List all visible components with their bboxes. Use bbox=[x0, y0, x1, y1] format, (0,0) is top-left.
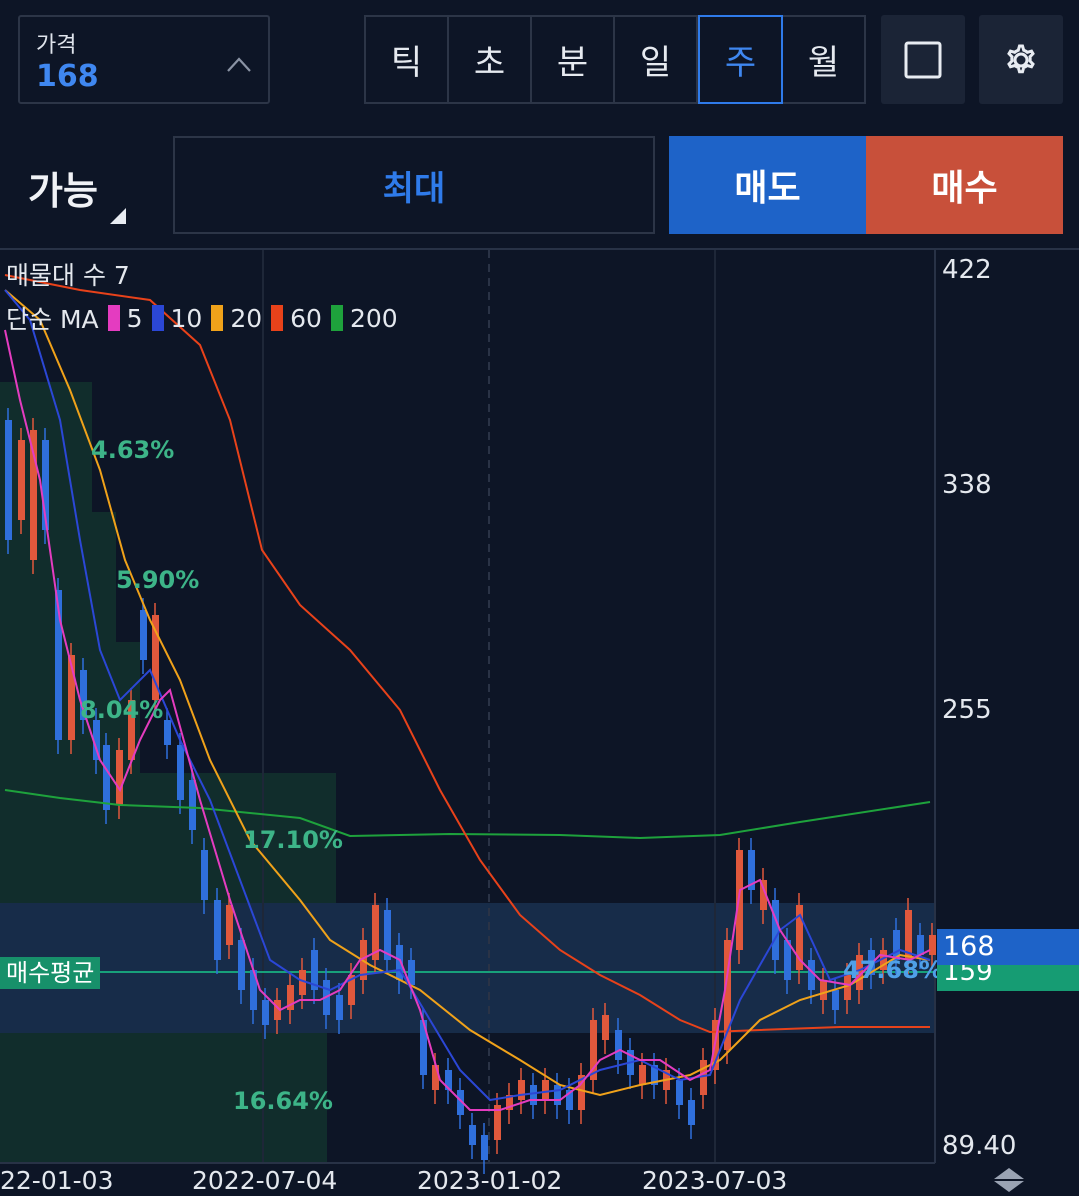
candle-body bbox=[116, 750, 123, 805]
sell-button[interactable]: 매도 bbox=[669, 136, 866, 234]
ma10-swatch bbox=[151, 305, 164, 331]
candle-body bbox=[602, 1015, 609, 1040]
candle-body bbox=[615, 1030, 622, 1060]
candle-body bbox=[772, 900, 779, 960]
ma10-label: 10 bbox=[170, 303, 203, 333]
candle-body bbox=[336, 995, 343, 1020]
tab-tick[interactable]: 틱 bbox=[366, 17, 449, 102]
avg-price-label: 매수평균 bbox=[0, 957, 101, 989]
scroll-arrows-icon[interactable] bbox=[992, 1166, 1026, 1194]
candle-body bbox=[226, 905, 233, 945]
price-label: 가격 bbox=[36, 33, 77, 58]
volume-profile-pct: 17.10% bbox=[243, 826, 343, 854]
tab-day[interactable]: 일 bbox=[615, 17, 698, 102]
candle-body bbox=[676, 1080, 683, 1105]
y-axis-label: 255 bbox=[942, 695, 992, 725]
candle-body bbox=[820, 980, 827, 1000]
candle-body bbox=[140, 610, 147, 660]
candle-body bbox=[238, 940, 245, 990]
x-axis-label: 22-01-03 bbox=[0, 1166, 114, 1195]
candle-body bbox=[554, 1085, 561, 1105]
y-axis-label: 338 bbox=[942, 470, 992, 500]
square-icon bbox=[904, 41, 942, 78]
candle-body bbox=[189, 780, 196, 830]
ma-legend-title: 단순 MA bbox=[6, 305, 99, 334]
candle-body bbox=[832, 990, 839, 1010]
volume-profile-pct: 47.68% bbox=[843, 956, 943, 984]
volume-profile-pct: 16.64% bbox=[233, 1087, 333, 1115]
available-selector[interactable]: 가능 bbox=[28, 160, 98, 215]
x-axis-label: 2022-07-04 bbox=[192, 1166, 338, 1195]
candle-body bbox=[262, 1000, 269, 1025]
volume-profile-bar bbox=[0, 903, 935, 1033]
tab-second[interactable]: 초 bbox=[449, 17, 532, 102]
ma5-label: 5 bbox=[126, 303, 143, 333]
fullscreen-button[interactable] bbox=[881, 15, 965, 104]
candle-body bbox=[917, 935, 924, 955]
candle-body bbox=[469, 1125, 476, 1145]
ma60-label: 60 bbox=[290, 303, 322, 333]
max-button[interactable]: 최대 bbox=[173, 136, 655, 234]
ma-legend: 단순 MA 5 10 20 60 200 bbox=[6, 300, 398, 336]
ma200-swatch bbox=[330, 305, 343, 331]
volume-profile-pct: 5.90% bbox=[116, 566, 200, 594]
candle-body bbox=[481, 1135, 488, 1160]
dropdown-corner-icon bbox=[110, 208, 126, 224]
gear-icon bbox=[1007, 44, 1035, 73]
tab-minute[interactable]: 분 bbox=[532, 17, 615, 102]
x-axis-label: 2023-07-03 bbox=[642, 1166, 788, 1195]
candle-body bbox=[164, 720, 171, 745]
tab-week[interactable]: 주 bbox=[698, 15, 783, 104]
x-axis-label: 2023-01-02 bbox=[417, 1166, 563, 1195]
ma5-swatch bbox=[107, 305, 120, 331]
ma20-swatch bbox=[211, 305, 224, 331]
settings-button[interactable] bbox=[979, 15, 1063, 104]
ma60-swatch bbox=[271, 305, 284, 331]
candle-body bbox=[18, 440, 25, 520]
candle-body bbox=[5, 420, 12, 540]
ma200-label: 200 bbox=[349, 303, 398, 333]
tab-month[interactable]: 월 bbox=[783, 17, 864, 102]
candle-body bbox=[103, 745, 110, 810]
candle-body bbox=[542, 1080, 549, 1100]
volume-profile-pct: 4.63% bbox=[91, 436, 175, 464]
y-axis-label: 422 bbox=[942, 255, 992, 285]
period-tabs: 틱 초 분 일 주 월 bbox=[364, 15, 866, 104]
candle-body bbox=[518, 1080, 525, 1100]
volume-profile-legend: 매물대 수 7 bbox=[6, 261, 130, 290]
price-value: 168 bbox=[36, 59, 99, 94]
candle-body bbox=[177, 745, 184, 800]
candle-body bbox=[688, 1100, 695, 1125]
candle-body bbox=[639, 1065, 646, 1085]
chevron-up-icon bbox=[227, 57, 251, 72]
candle-body bbox=[530, 1085, 537, 1105]
candle-body bbox=[30, 430, 37, 560]
candle-body bbox=[214, 900, 221, 960]
price-selector[interactable]: 가격 168 bbox=[18, 15, 270, 104]
buy-button[interactable]: 매수 bbox=[866, 136, 1063, 234]
y-axis-label: 89.40 bbox=[942, 1131, 1017, 1161]
ma20-label: 20 bbox=[230, 303, 263, 333]
volume-profile-pct: 8.04% bbox=[80, 696, 164, 724]
candle-body bbox=[201, 850, 208, 900]
candle-body bbox=[432, 1065, 439, 1090]
candle-body bbox=[929, 935, 936, 955]
current-price-tag: 168 bbox=[937, 929, 1079, 965]
